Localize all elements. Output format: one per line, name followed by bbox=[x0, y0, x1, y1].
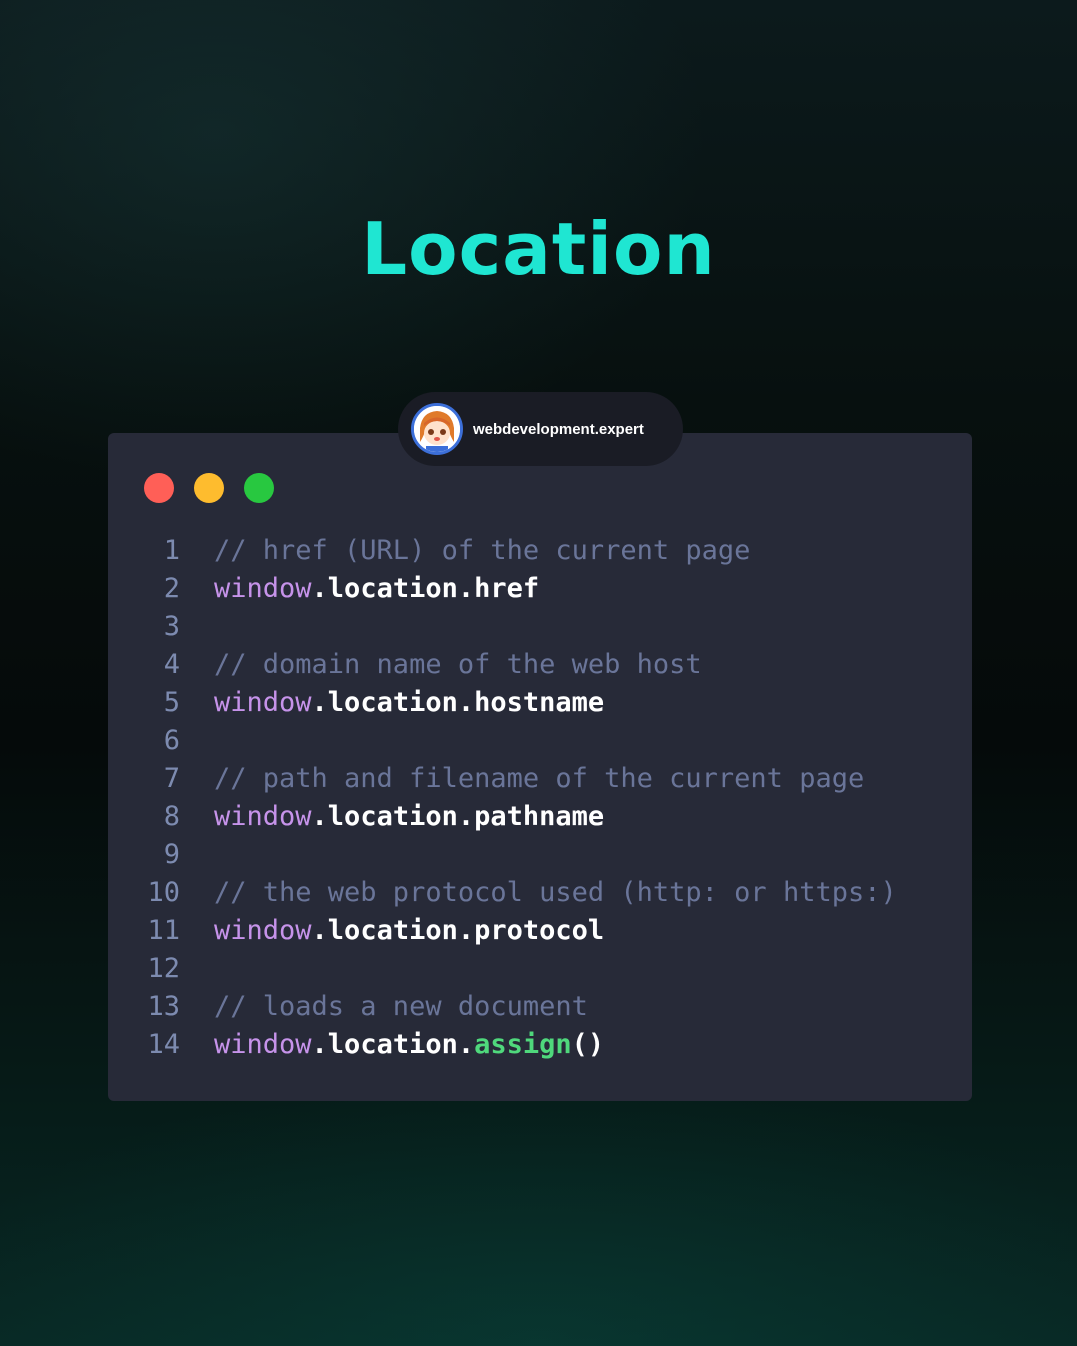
line-number: 4 bbox=[163, 649, 180, 680]
code-property: .location. bbox=[311, 1029, 475, 1060]
line-number: 11 bbox=[147, 915, 180, 946]
code-comment: // the web protocol used (http: or https… bbox=[214, 877, 897, 908]
line-number: 3 bbox=[163, 611, 180, 642]
code-object: window bbox=[214, 801, 312, 832]
avatar-illustration bbox=[414, 406, 460, 452]
page-title: Location bbox=[361, 207, 716, 291]
line-number: 8 bbox=[163, 801, 180, 832]
line-number: 1 bbox=[163, 535, 180, 566]
code-block: 1 // href (URL) of the current page 2 wi… bbox=[140, 532, 897, 1064]
code-object: window bbox=[214, 1029, 312, 1060]
line-number: 14 bbox=[147, 1029, 180, 1060]
code-property: .location.protocol bbox=[311, 915, 605, 946]
code-call-parens: () bbox=[571, 1029, 605, 1060]
anime-avatar-icon bbox=[411, 403, 463, 455]
line-number: 9 bbox=[163, 839, 180, 870]
close-dot-icon[interactable] bbox=[144, 473, 174, 503]
line-number: 2 bbox=[163, 573, 180, 604]
code-line: 11 window .location.protocol bbox=[140, 912, 897, 950]
code-line: 2 window .location.href bbox=[140, 570, 897, 608]
code-line: 5 window .location.hostname bbox=[140, 684, 897, 722]
code-property: .location.hostname bbox=[311, 687, 605, 718]
code-object: window bbox=[214, 687, 312, 718]
code-line: 14 window .location. assign() bbox=[140, 1026, 897, 1064]
code-property: .location.pathname bbox=[311, 801, 605, 832]
minimize-dot-icon[interactable] bbox=[194, 473, 224, 503]
code-line: 3 bbox=[140, 608, 897, 646]
line-number: 7 bbox=[163, 763, 180, 794]
code-comment: // path and filename of the current page bbox=[214, 763, 865, 794]
code-line: 7 // path and filename of the current pa… bbox=[140, 760, 897, 798]
author-badge[interactable]: webdevelopment.expert bbox=[398, 392, 683, 466]
line-number: 5 bbox=[163, 687, 180, 718]
window-controls bbox=[144, 473, 274, 503]
code-line: 1 // href (URL) of the current page bbox=[140, 532, 897, 570]
code-comment: // href (URL) of the current page bbox=[214, 535, 751, 566]
line-number: 13 bbox=[147, 991, 180, 1022]
code-object: window bbox=[214, 573, 312, 604]
line-number: 6 bbox=[163, 725, 180, 756]
author-handle[interactable]: webdevelopment.expert bbox=[473, 421, 644, 438]
code-comment: // domain name of the web host bbox=[214, 649, 702, 680]
line-number: 12 bbox=[147, 953, 180, 984]
code-line: 12 bbox=[140, 950, 897, 988]
code-method: assign bbox=[474, 1029, 572, 1060]
code-comment: // loads a new document bbox=[214, 991, 588, 1022]
code-line: 10 // the web protocol used (http: or ht… bbox=[140, 874, 897, 912]
code-line: 9 bbox=[140, 836, 897, 874]
code-property: .location.href bbox=[311, 573, 540, 604]
line-number: 10 bbox=[147, 877, 180, 908]
code-line: 8 window .location.pathname bbox=[140, 798, 897, 836]
maximize-dot-icon[interactable] bbox=[244, 473, 274, 503]
code-line: 6 bbox=[140, 722, 897, 760]
code-object: window bbox=[214, 915, 312, 946]
code-line: 4 // domain name of the web host bbox=[140, 646, 897, 684]
code-line: 13 // loads a new document bbox=[140, 988, 897, 1026]
